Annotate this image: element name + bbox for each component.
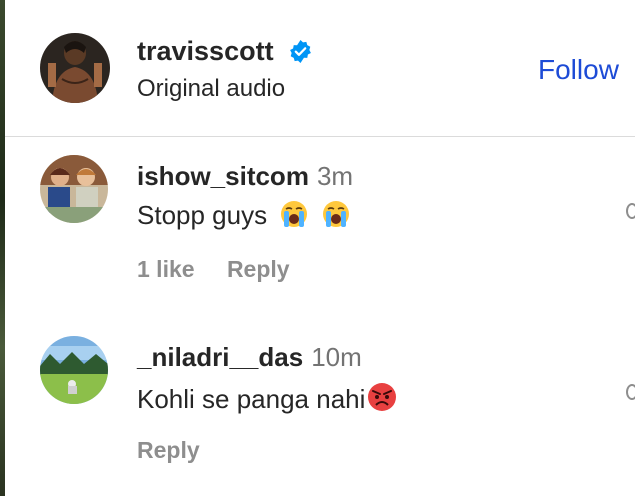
follow-button[interactable]: Follow — [538, 54, 619, 86]
original-audio-label[interactable]: Original audio — [137, 75, 285, 103]
comments-panel: travisscott Original audio Follow ishow_… — [0, 0, 635, 496]
comment-actions: 1 like Reply — [137, 256, 290, 283]
loudly-crying-face-icon — [322, 201, 349, 227]
commenter-avatar[interactable] — [40, 155, 108, 223]
comment-username-text[interactable]: _niladri__das — [137, 342, 303, 372]
angry-face-icon — [368, 383, 397, 411]
verified-badge-icon — [290, 40, 311, 63]
comment-body: Kohli se panga nahi — [137, 384, 366, 414]
author-avatar[interactable] — [40, 33, 110, 103]
comment-username-text[interactable]: ishow_sitcom — [137, 161, 309, 191]
comment-body: Stopp guys — [137, 200, 268, 230]
post-header: travisscott Original audio Follow — [5, 0, 635, 137]
loudly-crying-face-icon — [281, 201, 308, 227]
comment-actions: Reply — [137, 437, 200, 464]
comment-text: Kohli se panga nahi — [137, 382, 397, 415]
comment-text: Stopp guys — [137, 200, 350, 231]
author-username[interactable]: travisscott — [137, 36, 274, 67]
comment-timestamp: 3m — [316, 161, 354, 191]
comment-username[interactable]: ishow_sitcom 3m — [137, 161, 353, 192]
comment-username[interactable]: _niladri__das 10m — [137, 342, 362, 373]
reply-button[interactable]: Reply — [137, 437, 200, 463]
commenter-avatar[interactable] — [40, 336, 108, 404]
comment-timestamp: 10m — [311, 342, 362, 372]
like-count[interactable]: 1 like — [137, 256, 195, 282]
like-heart-icon[interactable] — [626, 384, 635, 400]
reply-button[interactable]: Reply — [227, 256, 290, 282]
like-heart-icon[interactable] — [626, 203, 635, 219]
